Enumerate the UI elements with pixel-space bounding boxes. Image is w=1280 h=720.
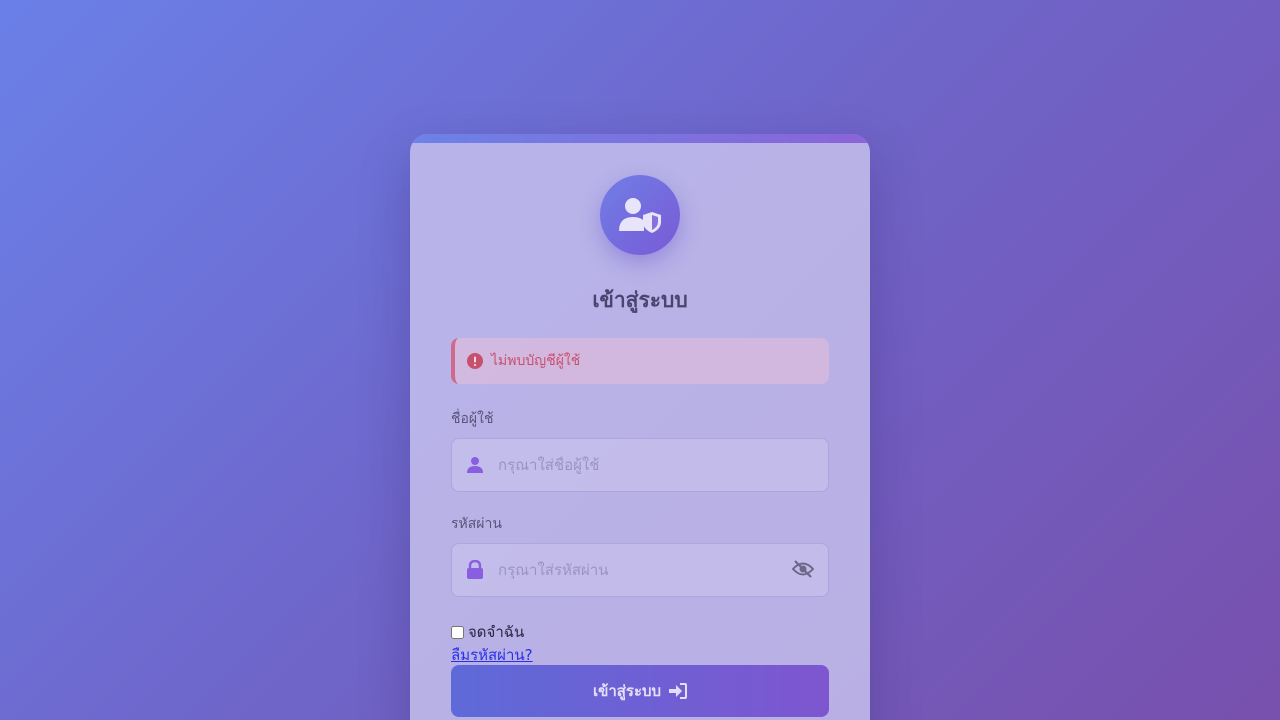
user-icon bbox=[466, 456, 484, 474]
login-title: เข้าสู่ระบบ bbox=[592, 288, 688, 312]
remember-me-label: จดจำฉัน bbox=[468, 623, 525, 641]
remember-me[interactable]: จดจำฉัน bbox=[451, 620, 524, 644]
lock-icon bbox=[466, 560, 484, 580]
error-message: ไม่พบบัญชีผู้ใช้ bbox=[491, 353, 581, 369]
user-shield-icon bbox=[600, 175, 680, 255]
password-field[interactable] bbox=[451, 543, 829, 597]
eye-slash-icon[interactable] bbox=[792, 559, 814, 579]
username-field[interactable] bbox=[451, 438, 829, 492]
username-input[interactable] bbox=[498, 456, 768, 474]
username-label: ชื่อผู้ใช้ bbox=[451, 411, 494, 427]
login-submit-button[interactable]: เข้าสู่ระบบ bbox=[451, 665, 829, 717]
login-card: เข้าสู่ระบบ ไม่พบบัญชีผู้ใช้ ชื่อผู้ใช้ … bbox=[410, 134, 870, 720]
password-input[interactable] bbox=[498, 561, 768, 579]
remember-me-checkbox[interactable] bbox=[451, 625, 464, 639]
card-accent-bar bbox=[410, 134, 870, 143]
exclamation-circle-icon bbox=[467, 353, 483, 369]
forgot-password-link[interactable]: ลืมรหัสผ่าน? bbox=[451, 643, 533, 667]
password-label: รหัสผ่าน bbox=[451, 516, 502, 532]
sign-in-icon bbox=[669, 683, 688, 699]
error-alert: ไม่พบบัญชีผู้ใช้ bbox=[451, 338, 829, 384]
submit-label: เข้าสู่ระบบ bbox=[592, 682, 662, 700]
